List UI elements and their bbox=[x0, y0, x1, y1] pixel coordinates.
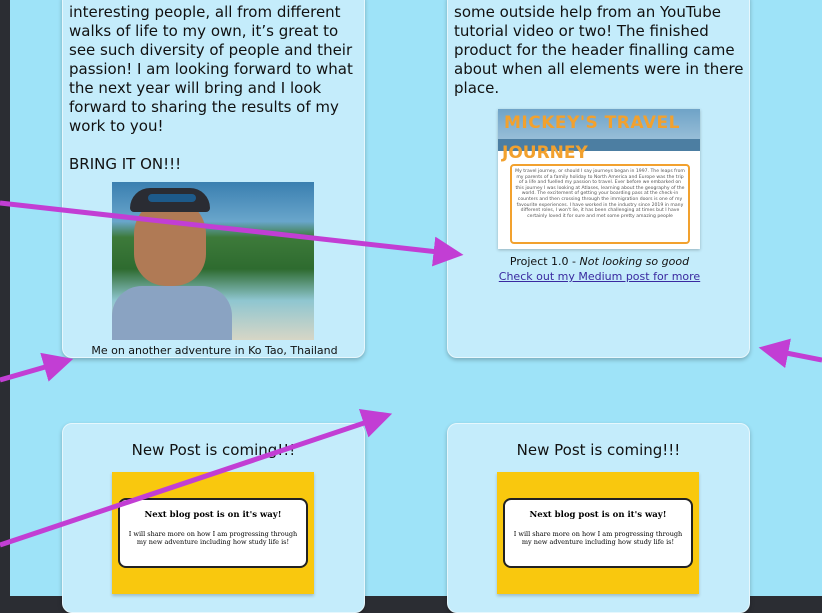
project-caption: Project 1.0 - Not looking so good bbox=[448, 255, 751, 268]
new-post-image-title-2: Next blog post is on it's way! bbox=[529, 510, 667, 520]
new-post-image-body-2: I will share more on how I am progressin… bbox=[513, 530, 683, 546]
about-text: interesting people, all from different w… bbox=[69, 3, 361, 174]
medium-post-link[interactable]: Check out my Medium post for more bbox=[448, 270, 751, 283]
new-post-image-body-1: I will share more on how I am progressin… bbox=[128, 530, 298, 546]
new-post-card-2: New Post is coming!!! Next blog post is … bbox=[447, 423, 750, 613]
travel-header-image: MICKEY'S TRAVEL JOURNEY My travel journe… bbox=[498, 109, 700, 249]
travel-image-subtitle: JOURNEY bbox=[502, 143, 588, 163]
new-post-image-1: Next blog post is on it's way! I will sh… bbox=[112, 472, 314, 594]
profile-photo bbox=[112, 182, 314, 340]
new-post-image-2: Next blog post is on it's way! I will sh… bbox=[497, 472, 699, 594]
about-card: interesting people, all from different w… bbox=[62, 0, 365, 358]
new-post-title-1: New Post is coming!!! bbox=[131, 441, 296, 459]
new-post-title-2: New Post is coming!!! bbox=[516, 441, 681, 459]
project-caption-prefix: Project 1.0 - bbox=[509, 255, 580, 268]
photo-caption: Me on another adventure in Ko Tao, Thail… bbox=[91, 344, 338, 357]
new-post-banner-1: Next blog post is on it's way! I will sh… bbox=[118, 498, 308, 568]
new-post-image-title-1: Next blog post is on it's way! bbox=[144, 510, 282, 520]
page: interesting people, all from different w… bbox=[10, 0, 822, 613]
travel-image-body: My travel journey, or should I say journ… bbox=[510, 164, 690, 244]
travel-image-title: MICKEY'S TRAVEL bbox=[504, 113, 680, 133]
project-card: some outside help from an YouTube tutori… bbox=[447, 0, 750, 358]
new-post-banner-2: Next blog post is on it's way! I will sh… bbox=[503, 498, 693, 568]
project-text: some outside help from an YouTube tutori… bbox=[454, 3, 744, 97]
new-post-card-1: New Post is coming!!! Next blog post is … bbox=[62, 423, 365, 613]
project-caption-italic: Not looking so good bbox=[579, 255, 690, 268]
about-paragraph: interesting people, all from different w… bbox=[69, 3, 353, 135]
about-bring-it-on: BRING IT ON!!! bbox=[69, 155, 182, 173]
